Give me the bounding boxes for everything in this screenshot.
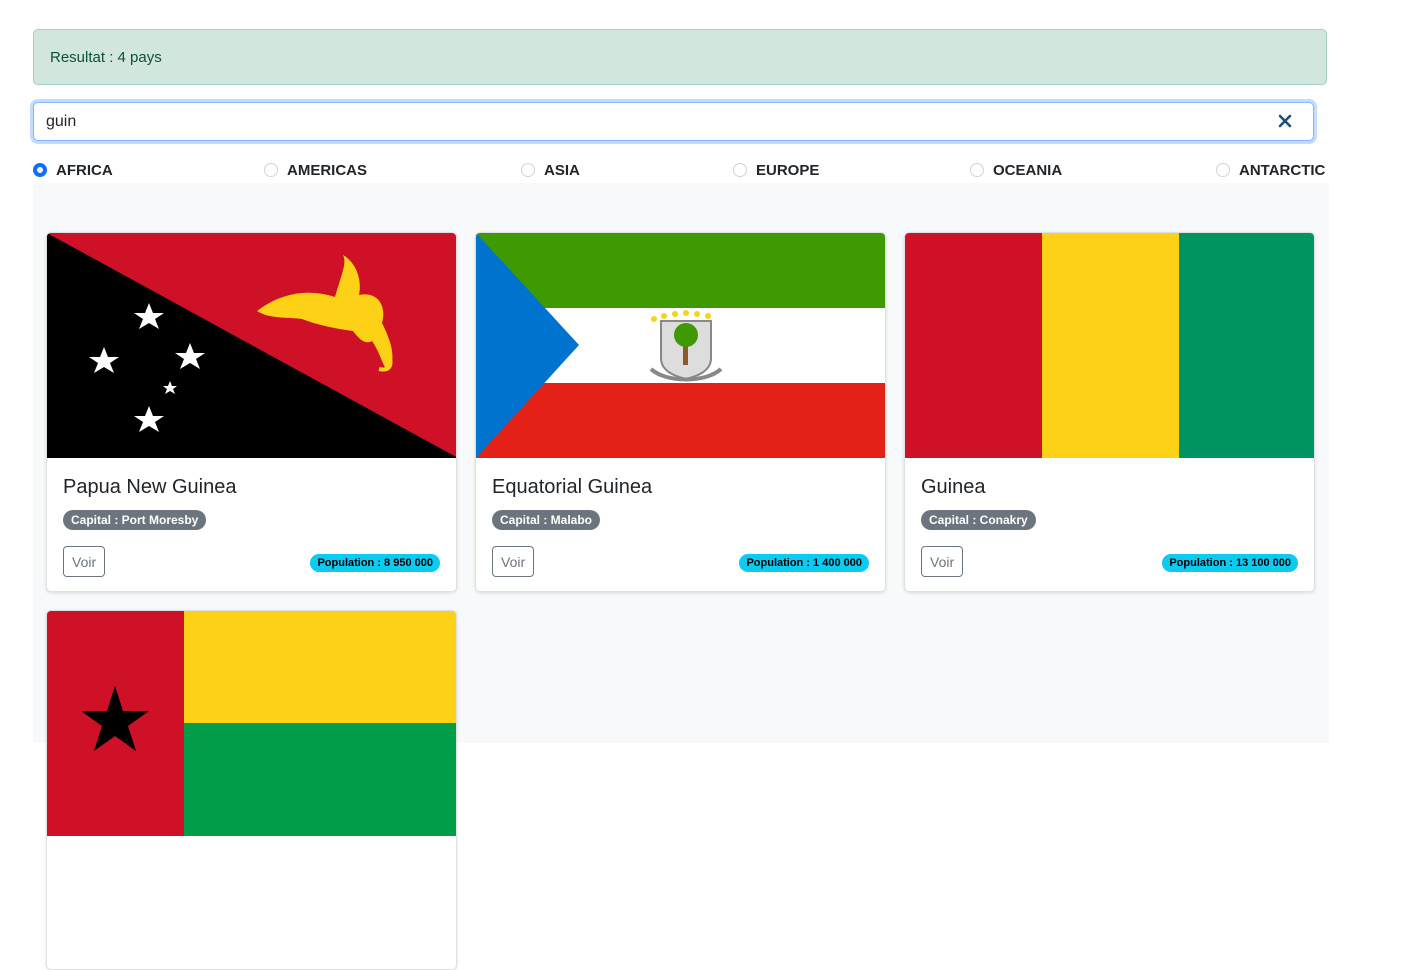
radio-oceania[interactable] bbox=[970, 163, 984, 177]
country-name: Papua New Guinea bbox=[63, 476, 237, 498]
guinea-flag bbox=[905, 233, 1314, 458]
region-label: EUROPE bbox=[756, 161, 820, 179]
search-field[interactable] bbox=[33, 102, 1314, 141]
capital-badge: Capital : Conakry bbox=[921, 510, 1036, 530]
region-label: ANTARCTIC bbox=[1239, 161, 1326, 179]
region-option-americas[interactable]: AMERICAS bbox=[264, 158, 367, 182]
close-x-icon[interactable] bbox=[1275, 111, 1295, 131]
view-button[interactable]: Voir bbox=[63, 546, 106, 577]
region-label: OCEANIA bbox=[993, 161, 1063, 179]
region-label: AFRICA bbox=[56, 161, 113, 179]
radio-antarctic[interactable] bbox=[1216, 163, 1230, 177]
result-alert: Resultat : 4 pays bbox=[33, 29, 1327, 85]
country-name: Equatorial Guinea bbox=[492, 476, 653, 498]
capital-badge: Capital : Malabo bbox=[492, 510, 601, 530]
country-card: Guinea Capital : Conakry Voir Population… bbox=[904, 232, 1315, 592]
population-badge: Population : 8 950 000 bbox=[310, 554, 440, 572]
view-button[interactable]: Voir bbox=[492, 546, 535, 577]
equatorial-guinea-flag bbox=[476, 233, 885, 458]
capital-badge: Capital : Port Moresby bbox=[63, 510, 207, 530]
guinea-bissau-flag bbox=[47, 611, 456, 836]
country-card: Papua New Guinea Capital : Port Moresby … bbox=[46, 232, 457, 592]
view-button[interactable]: Voir bbox=[921, 546, 964, 577]
papua-new-guinea-flag bbox=[47, 233, 456, 458]
country-name: Guinea bbox=[921, 476, 986, 498]
region-option-antarctic[interactable]: ANTARCTIC bbox=[1216, 158, 1325, 182]
country-card bbox=[46, 610, 457, 970]
region-option-africa[interactable]: AFRICA bbox=[33, 158, 113, 182]
radio-americas[interactable] bbox=[264, 163, 278, 177]
population-badge: Population : 13 100 000 bbox=[1162, 554, 1298, 572]
radio-europe[interactable] bbox=[733, 163, 747, 177]
result-count-text: Resultat : 4 pays bbox=[50, 48, 162, 66]
region-label: AMERICAS bbox=[287, 161, 368, 179]
region-label: ASIA bbox=[544, 161, 580, 179]
radio-asia[interactable] bbox=[521, 163, 535, 177]
region-filter: AFRICA AMERICAS ASIA EUROPE OCEANIA ANTA… bbox=[33, 158, 1329, 182]
country-card: Equatorial Guinea Capital : Malabo Voir … bbox=[475, 232, 886, 592]
radio-africa[interactable] bbox=[33, 163, 47, 177]
population-badge: Population : 1 400 000 bbox=[739, 554, 869, 572]
region-option-asia[interactable]: ASIA bbox=[521, 158, 580, 182]
search-input[interactable] bbox=[34, 103, 1313, 140]
region-option-oceania[interactable]: OCEANIA bbox=[970, 158, 1062, 182]
region-option-europe[interactable]: EUROPE bbox=[733, 158, 819, 182]
